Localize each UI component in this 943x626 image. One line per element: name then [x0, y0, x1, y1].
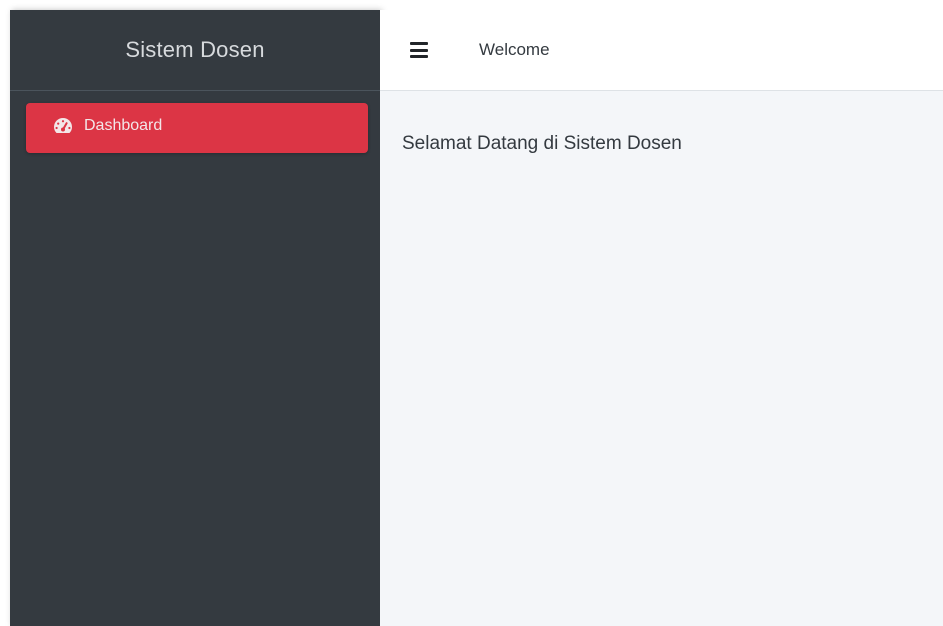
sidebar-nav: Dashboard — [10, 91, 380, 153]
tachometer-icon — [52, 115, 74, 137]
sidebar: Sistem Dosen Dashboard — [10, 10, 380, 626]
hamburger-icon[interactable] — [410, 42, 428, 58]
sidebar-item-dashboard[interactable]: Dashboard — [26, 103, 368, 153]
top-navbar: Welcome — [380, 10, 943, 91]
page-title[interactable]: Welcome — [479, 40, 550, 60]
app-window: Sistem Dosen Dashboard Welcome Selamat D… — [0, 0, 943, 626]
brand-link[interactable]: Sistem Dosen — [10, 10, 380, 91]
brand-text: Sistem Dosen — [125, 37, 265, 62]
sidebar-item-label: Dashboard — [84, 117, 163, 134]
content-area: Selamat Datang di Sistem Dosen — [380, 91, 943, 155]
main-area: Welcome Selamat Datang di Sistem Dosen — [380, 10, 943, 626]
welcome-message: Selamat Datang di Sistem Dosen — [402, 133, 682, 154]
